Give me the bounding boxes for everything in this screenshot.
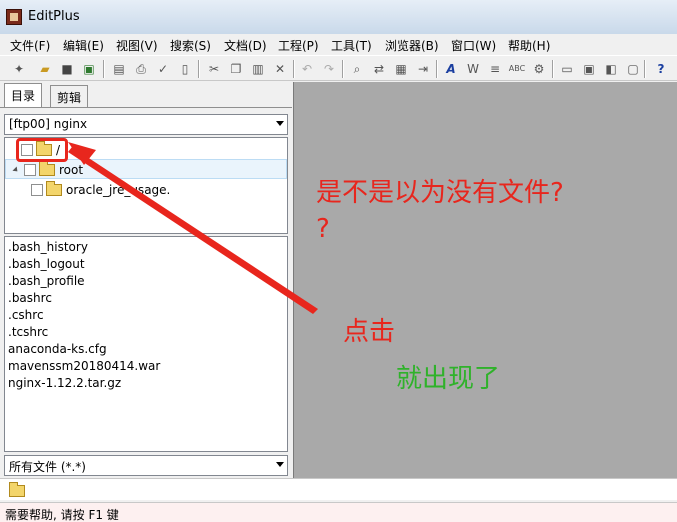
window-title: EditPlus: [28, 9, 80, 24]
font-icon[interactable]: A: [442, 60, 460, 78]
redo-icon[interactable]: ↷: [320, 60, 338, 78]
annotation-question-mark: ?: [316, 214, 330, 244]
folder-icon: [46, 181, 62, 196]
view-1-icon[interactable]: ▭: [558, 60, 576, 78]
document-tab-bar: [0, 478, 677, 500]
new-file-icon[interactable]: ✦: [10, 60, 28, 78]
toolbar-separator: [293, 60, 295, 78]
word-wrap-icon[interactable]: W: [464, 60, 482, 78]
file-list: .bash_history .bash_logout .bash_profile…: [4, 236, 288, 452]
file-item[interactable]: mavenssm20180414.war: [8, 359, 160, 373]
paste-icon[interactable]: ▥: [249, 60, 267, 78]
cut-icon[interactable]: ✂: [205, 60, 223, 78]
find-in-files-icon[interactable]: ▦: [392, 60, 410, 78]
menu-help[interactable]: 帮助(H): [508, 37, 550, 54]
chevron-down-icon[interactable]: [276, 462, 284, 467]
tree-item-label: oracle_jre_usage.: [66, 183, 171, 197]
annotation-question: 是不是以为没有文件?: [316, 178, 564, 208]
editplus-app-icon: [6, 9, 22, 25]
file-item[interactable]: .cshrc: [8, 308, 44, 322]
replace-icon[interactable]: ⇄: [370, 60, 388, 78]
file-item[interactable]: .bash_profile: [8, 274, 85, 288]
toolbar-separator: [552, 60, 554, 78]
server-combo[interactable]: [ftp00] nginx: [4, 114, 288, 135]
folder-icon[interactable]: [9, 482, 25, 497]
file-item[interactable]: nginx-1.12.2.tar.gz: [8, 376, 121, 390]
toolbar-separator: [436, 60, 438, 78]
print-preview-icon[interactable]: ▤: [110, 60, 128, 78]
ruler-icon[interactable]: ≡: [486, 60, 504, 78]
file-item[interactable]: .bash_history: [8, 240, 88, 254]
status-text: 需要帮助, 请按 F1 键: [5, 508, 119, 522]
save-icon[interactable]: ■: [58, 60, 76, 78]
file-item[interactable]: .bashrc: [8, 291, 52, 305]
tab-divider: [0, 107, 292, 108]
file-item[interactable]: anaconda-ks.cfg: [8, 342, 107, 356]
status-bar: 需要帮助, 请按 F1 键: [0, 502, 677, 522]
view-4-icon[interactable]: ▢: [624, 60, 642, 78]
toolbar-separator: [198, 60, 200, 78]
folder-icon: [39, 161, 55, 176]
page-setup-icon[interactable]: ▯: [176, 60, 194, 78]
menu-search[interactable]: 搜索(S): [170, 37, 211, 54]
save-all-icon[interactable]: ▣: [80, 60, 98, 78]
toolbar-separator: [103, 60, 105, 78]
annotation-appeared: 就出现了: [396, 364, 501, 394]
tree-item-root[interactable]: root: [12, 161, 84, 179]
print-icon[interactable]: ⎙: [132, 60, 150, 78]
toolbar-separator: [644, 60, 646, 78]
title-bar: EditPlus: [0, 0, 677, 34]
menu-tools[interactable]: 工具(T): [331, 37, 372, 54]
open-folder-icon[interactable]: ▰: [36, 60, 54, 78]
goto-icon[interactable]: ⇥: [414, 60, 432, 78]
menu-project[interactable]: 工程(P): [278, 37, 319, 54]
tree-checkbox[interactable]: [24, 164, 36, 176]
view-3-icon[interactable]: ◧: [602, 60, 620, 78]
annotation-click: 点击: [343, 317, 396, 347]
menu-view[interactable]: 视图(V): [116, 37, 158, 54]
chevron-down-icon[interactable]: [276, 121, 284, 126]
file-filter-combo[interactable]: 所有文件 (*.*): [4, 455, 288, 476]
file-item[interactable]: .tcshrc: [8, 325, 48, 339]
file-filter-value: 所有文件 (*.*): [9, 460, 86, 474]
tree-item-oracle-jre[interactable]: oracle_jre_usage.: [31, 181, 170, 199]
hex-icon[interactable]: ABC: [508, 60, 526, 78]
annotation-highlight-box: [16, 138, 68, 162]
menu-bar: 文件(F) 编辑(E) 视图(V) 搜索(S) 文档(D) 工程(P) 工具(T…: [0, 34, 677, 54]
file-item[interactable]: .bash_logout: [8, 257, 85, 271]
help-icon[interactable]: ?: [652, 60, 670, 78]
server-combo-value: [ftp00] nginx: [9, 117, 88, 131]
toolbar: ✦ ▰ ■ ▣ ▤ ⎙ ✓ ▯ ✂ ❐ ▥ ✕ ↶ ↷ ⌕ ⇄ ▦ ⇥ A W …: [0, 55, 677, 81]
copy-icon[interactable]: ❐: [227, 60, 245, 78]
delete-icon[interactable]: ✕: [271, 60, 289, 78]
toolbar-separator: [342, 60, 344, 78]
settings-icon[interactable]: ⚙: [530, 60, 548, 78]
view-2-icon[interactable]: ▣: [580, 60, 598, 78]
tab-cliptext[interactable]: 剪辑: [50, 85, 89, 107]
menu-file[interactable]: 文件(F): [10, 37, 50, 54]
expand-arrow-icon[interactable]: [12, 166, 20, 174]
tree-checkbox[interactable]: [31, 184, 43, 196]
find-icon[interactable]: ⌕: [348, 60, 366, 78]
tree-item-label: root: [59, 163, 84, 177]
menu-edit[interactable]: 编辑(E): [63, 37, 104, 54]
menu-document[interactable]: 文档(D): [224, 37, 267, 54]
undo-icon[interactable]: ↶: [298, 60, 316, 78]
spell-check-icon[interactable]: ✓: [154, 60, 172, 78]
menu-window[interactable]: 窗口(W): [451, 37, 496, 54]
menu-browser[interactable]: 浏览器(B): [385, 37, 439, 54]
tab-directory[interactable]: 目录: [4, 83, 43, 107]
editor-area[interactable]: [293, 82, 677, 478]
